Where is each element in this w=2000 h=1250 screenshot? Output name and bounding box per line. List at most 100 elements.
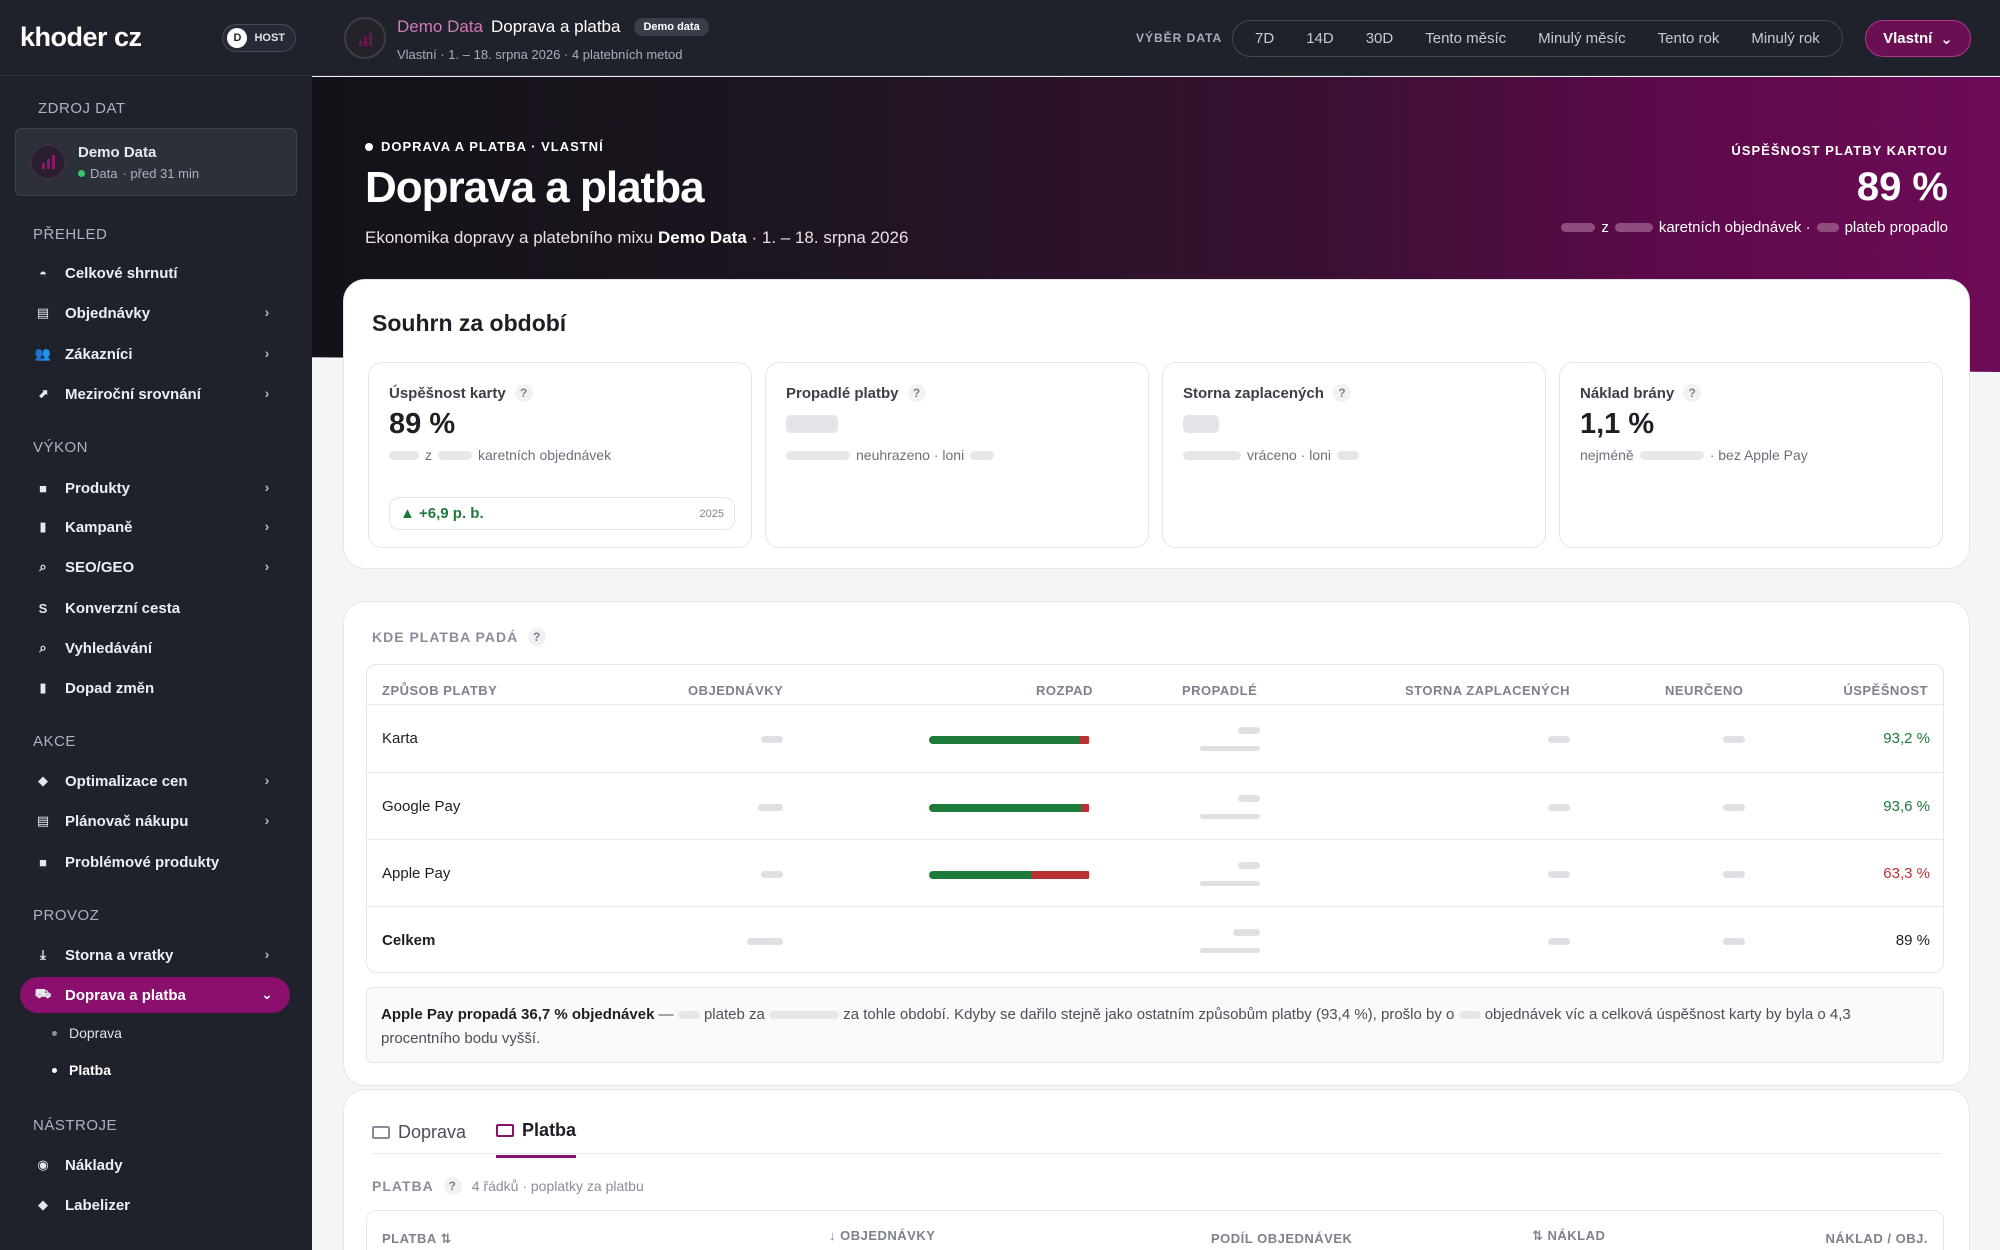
col-refunds[interactable]: STORNA ZAPLACENÝCH: [1405, 683, 1570, 698]
nav-item-search[interactable]: ⌕ Vyhledávání: [20, 630, 290, 666]
nav-item-impact[interactable]: ▮ Dopad změn: [20, 670, 290, 706]
nav-item-purchase-planner[interactable]: ▤ Plánovač nákupu ›: [20, 803, 290, 839]
help-icon[interactable]: ?: [1683, 384, 1702, 402]
kpi-sub-text: vráceno · loni: [1247, 447, 1332, 463]
host-badge[interactable]: D HOST: [222, 23, 296, 52]
section-title-text: PLATBA: [372, 1178, 434, 1194]
table-row[interactable]: Apple Pay 63,3 %: [367, 839, 1943, 906]
col-method[interactable]: ZPŮSOB PLATBY: [382, 683, 497, 698]
subnav-item-shipping[interactable]: Doprava: [52, 1025, 122, 1041]
search-icon: ⌕: [39, 559, 47, 574]
nav-item-summary[interactable]: ◓ Celkové shrnutí: [20, 255, 290, 291]
masked-value: [1233, 929, 1260, 936]
kpi-text: karetních objednávek ·: [1658, 219, 1811, 236]
masked-value: [1723, 938, 1745, 945]
status-dot-icon: [78, 169, 85, 177]
col-orders[interactable]: OBJEDNÁVKY: [688, 683, 783, 698]
kpi-label-text: Propadlé platby: [786, 384, 899, 402]
nav-label: Storna a vratky: [65, 946, 174, 964]
nav-item-orders[interactable]: ▤ Objednávky ›: [20, 295, 290, 331]
kpi-card-failed: Propadlé platby? neuhrazeno · loni: [765, 362, 1149, 548]
host-avatar: D: [227, 27, 248, 48]
table-row-total[interactable]: Celkem 89 %: [367, 906, 1943, 972]
note-highlight: Apple Pay propadá 36,7 % objednávek: [381, 1006, 655, 1023]
range-custom-dropdown[interactable]: Vlastní ⌄: [1865, 20, 1971, 57]
kpi-sub-text: z: [425, 447, 432, 463]
range-30d[interactable]: 30D: [1350, 21, 1410, 56]
nav-item-problem-products[interactable]: ■ Problémové produkty: [20, 844, 290, 880]
brand-logo[interactable]: khoder cz: [20, 22, 142, 53]
masked-value: [1816, 223, 1839, 232]
help-icon[interactable]: ?: [907, 384, 926, 402]
col-cost[interactable]: ⇅ NÁKLAD: [1532, 1228, 1605, 1244]
source-status: Data · před 31 min: [78, 166, 199, 181]
nav-item-labelizer[interactable]: ◆ Labelizer: [20, 1187, 290, 1223]
nav-item-pricing[interactable]: ◆ Optimalizace cen ›: [20, 763, 290, 799]
masked-value: [1614, 223, 1653, 232]
help-icon[interactable]: ?: [1332, 384, 1351, 402]
nav-item-yoy[interactable]: ⬈ Meziroční srovnání ›: [20, 376, 290, 412]
col-success[interactable]: ÚSPĚŠNOST: [1843, 683, 1928, 698]
kpi-trend: ▲ +6,9 p. b. 2025: [389, 497, 735, 530]
table-row[interactable]: Google Pay 93,6 %: [367, 772, 1943, 839]
col-breakdown[interactable]: ROZPAD: [1036, 683, 1093, 698]
col-share[interactable]: PODÍL OBJEDNÁVEK: [1211, 1231, 1352, 1246]
nav-label: Problémové produkty: [65, 853, 220, 871]
col-undetermined[interactable]: NEURČENO: [1665, 683, 1743, 698]
nav-item-returns[interactable]: ⤓ Storna a vratky ›: [20, 937, 290, 973]
subnav-label: Doprava: [69, 1025, 122, 1041]
range-7d[interactable]: 7D: [1239, 21, 1290, 56]
nav-item-shipping-payment[interactable]: ⛟ Doprava a platba ⌄: [20, 977, 290, 1013]
help-icon[interactable]: ?: [443, 1177, 462, 1195]
range-last-month[interactable]: Minulý měsíc: [1522, 21, 1642, 56]
help-icon[interactable]: ?: [528, 628, 547, 646]
col-failed[interactable]: PROPADLÉ: [1182, 683, 1257, 698]
card-icon: [496, 1124, 515, 1137]
col-orders[interactable]: ↓ OBJEDNÁVKY: [829, 1228, 935, 1243]
nav-item-costs[interactable]: ◉ Náklady: [20, 1147, 290, 1183]
col-cost-per-order[interactable]: NÁKLAD / OBJ.: [1825, 1231, 1928, 1246]
masked-value: [747, 938, 783, 945]
nav-item-funnel[interactable]: S Konverzní cesta: [20, 590, 290, 626]
masked-value: [1458, 1011, 1481, 1020]
nav-item-customers[interactable]: 👥 Zákazníci ›: [20, 336, 290, 372]
subtitle-text: Ekonomika dopravy a platebního mixu: [365, 228, 654, 247]
date-range-label: VÝBĚR DATA: [1136, 31, 1223, 45]
subnav-item-payment[interactable]: Platba: [52, 1062, 111, 1078]
chevron-right-icon: ›: [264, 518, 270, 534]
bullet-icon: [52, 1067, 57, 1073]
nav-label: Zákazníci: [65, 345, 133, 363]
help-icon[interactable]: ?: [514, 384, 533, 402]
search-icon: ⌕: [39, 640, 47, 655]
failures-title-text: KDE PLATBA PADÁ: [372, 629, 519, 645]
breadcrumb-source[interactable]: Demo Data: [397, 17, 483, 37]
chevron-right-icon: ›: [264, 479, 270, 495]
nav-item-products[interactable]: ■ Produkty ›: [20, 470, 290, 506]
breakdown-bar: [929, 804, 1091, 812]
source-time: · před 31 min: [122, 165, 200, 181]
range-last-year[interactable]: Minulý rok: [1735, 21, 1835, 56]
tag-icon: ◆: [38, 773, 48, 788]
kpi-value: 1,1 %: [1580, 408, 1655, 440]
bar-success: [929, 871, 1032, 879]
subtitle-source: Demo Data: [657, 228, 747, 247]
nav-item-seo[interactable]: ⌕ SEO/GEO ›: [20, 549, 290, 585]
range-this-month[interactable]: Tento měsíc: [1409, 21, 1522, 56]
masked-value: [1337, 450, 1360, 460]
note-text: —: [658, 1006, 674, 1023]
table-row[interactable]: Karta 93,2 %: [367, 704, 1943, 771]
hero-kpi-value: 89 %: [1856, 165, 1948, 209]
range-14d[interactable]: 14D: [1290, 21, 1350, 56]
breakdown-bar: [929, 871, 1091, 879]
data-source-card[interactable]: Demo Data Data · před 31 min: [15, 128, 297, 196]
nav-label: Optimalizace cen: [65, 772, 188, 790]
nav-item-campaigns[interactable]: ▮ Kampaně ›: [20, 509, 290, 545]
chevron-right-icon: ›: [264, 385, 270, 401]
gauge-icon: ◓: [39, 265, 47, 281]
bar-failed: [1080, 736, 1089, 744]
col-payment[interactable]: PLATBA ⇅: [382, 1231, 452, 1247]
range-this-year[interactable]: Tento rok: [1642, 21, 1736, 56]
row-success: 89 %: [1895, 932, 1930, 949]
users-icon: 👥: [34, 346, 52, 361]
row-method: Google Pay: [382, 798, 461, 815]
